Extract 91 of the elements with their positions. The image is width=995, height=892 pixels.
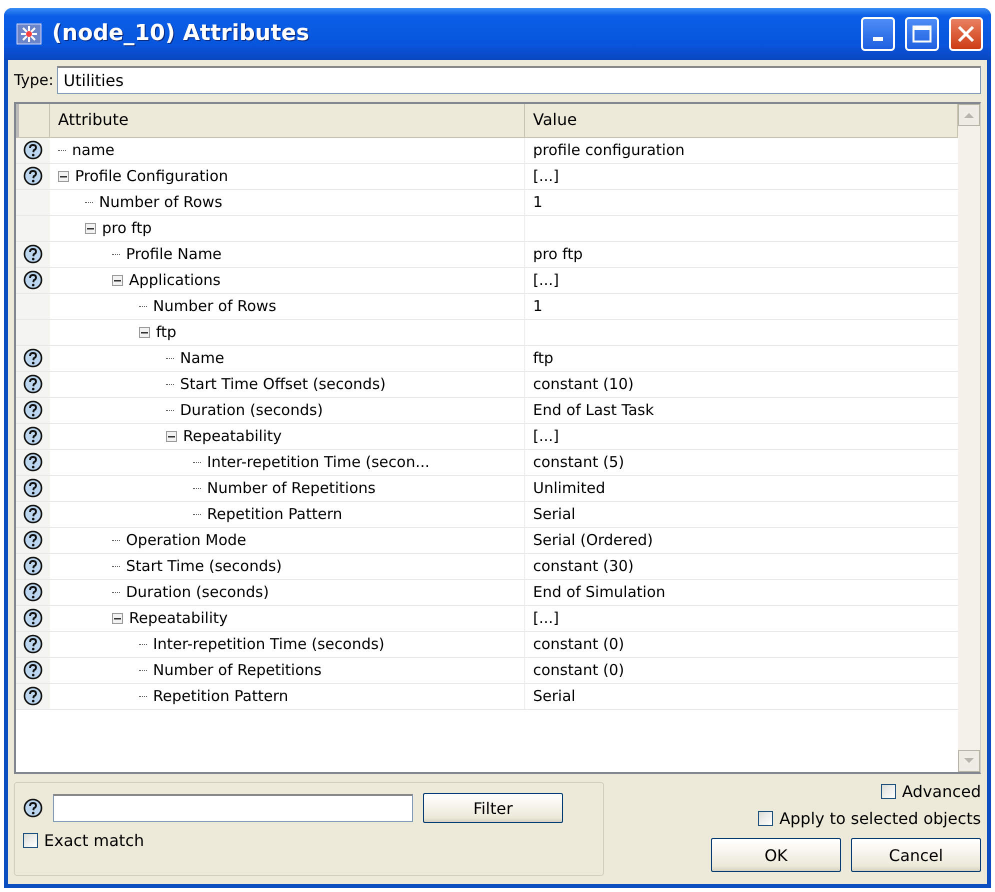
attribute-value[interactable]: End of Last Task — [533, 401, 654, 420]
filter-button[interactable]: Filter — [423, 793, 563, 823]
attribute-name: Repetition Pattern — [207, 505, 342, 524]
app-icon — [16, 22, 42, 45]
help-icon[interactable] — [23, 348, 43, 368]
attribute-name: Start Time Offset (seconds) — [180, 375, 386, 394]
help-icon[interactable] — [23, 530, 43, 550]
help-icon[interactable] — [23, 400, 43, 420]
type-field[interactable]: Utilities — [56, 66, 981, 94]
attribute-name: Inter-repetition Time (secon... — [207, 453, 430, 472]
checkbox[interactable] — [23, 833, 38, 848]
attribute-value[interactable]: End of Simulation — [533, 583, 666, 602]
attribute-name: Repetition Pattern — [153, 687, 288, 706]
help-icon[interactable] — [23, 798, 43, 818]
attribute-name: name — [72, 141, 115, 160]
help-icon[interactable] — [23, 270, 43, 290]
scroll-up-button[interactable] — [958, 104, 980, 126]
attribute-name: Duration (seconds) — [180, 401, 323, 420]
attribute-value[interactable]: Serial — [533, 687, 576, 706]
attribute-name: Number of Repetitions — [207, 479, 376, 498]
attribute-value[interactable]: 1 — [533, 193, 543, 212]
checkbox[interactable] — [758, 811, 774, 826]
help-icon[interactable] — [23, 426, 43, 446]
close-button[interactable] — [949, 16, 983, 51]
attribute-name: ftp — [156, 323, 176, 342]
attribute-value[interactable]: constant (0) — [533, 635, 624, 654]
help-icon[interactable] — [23, 660, 43, 680]
help-icon[interactable] — [23, 582, 43, 602]
attribute-name: Inter-repetition Time (seconds) — [153, 635, 385, 654]
attribute-name: Number of Repetitions — [153, 661, 322, 680]
up-arrow-icon — [964, 112, 974, 118]
scrollbar[interactable] — [958, 104, 980, 772]
maximize-icon — [912, 24, 932, 43]
help-icon[interactable] — [23, 504, 43, 524]
attribute-value[interactable]: [...] — [533, 167, 560, 186]
minimize-button[interactable] — [861, 16, 895, 51]
attribute-value[interactable]: constant (5) — [533, 453, 624, 472]
attribute-name: Applications — [129, 271, 221, 290]
attribute-value[interactable]: ftp — [533, 349, 554, 368]
attribute-value[interactable]: Serial — [533, 505, 576, 524]
collapse-icon[interactable] — [139, 326, 150, 338]
help-icon[interactable] — [23, 452, 43, 472]
collapse-icon[interactable] — [58, 170, 69, 182]
collapse-icon[interactable] — [112, 612, 123, 624]
checkbox-label[interactable]: Exact match — [44, 831, 144, 850]
close-icon — [957, 24, 975, 43]
attribute-value[interactable]: constant (0) — [533, 661, 624, 680]
maximize-button[interactable] — [905, 16, 939, 51]
attribute-name: Repeatability — [183, 427, 282, 446]
attribute-name: Repeatability — [129, 609, 228, 628]
help-icon[interactable] — [23, 634, 43, 654]
type-label: Type: — [14, 70, 54, 89]
attribute-name: Number of Rows — [153, 297, 276, 316]
attribute-value[interactable]: [...] — [533, 427, 560, 446]
collapse-icon[interactable] — [112, 274, 123, 286]
attribute-value[interactable]: profile configuration — [533, 141, 685, 160]
help-icon[interactable] — [23, 140, 43, 160]
attribute-value[interactable]: Serial (Ordered) — [533, 531, 653, 550]
attribute-name: Number of Rows — [99, 193, 222, 212]
help-icon[interactable] — [23, 556, 43, 576]
attribute-name: Operation Mode — [126, 531, 246, 550]
attribute-value[interactable]: Unlimited — [533, 479, 606, 498]
attribute-name: Profile Name — [126, 245, 222, 264]
filter-field[interactable] — [53, 794, 413, 822]
collapse-icon[interactable] — [166, 430, 177, 442]
help-icon[interactable] — [23, 478, 43, 498]
collapse-icon[interactable] — [85, 222, 96, 234]
attribute-name: Start Time (seconds) — [126, 557, 282, 576]
window-title: (node_10) Attributes — [52, 21, 310, 46]
attribute-value[interactable]: constant (30) — [533, 557, 634, 576]
checkbox-label[interactable]: Apply to selected objects — [779, 809, 981, 828]
attribute-value[interactable]: [...] — [533, 609, 560, 628]
help-icon[interactable] — [23, 608, 43, 628]
attribute-value[interactable]: [...] — [533, 271, 560, 290]
dialog-button[interactable]: Cancel — [851, 838, 981, 872]
dialog-button[interactable]: OK — [711, 838, 841, 872]
checkbox[interactable] — [880, 784, 896, 799]
attribute-name: Name — [180, 349, 224, 368]
down-arrow-icon — [964, 758, 974, 764]
attribute-name: pro ftp — [102, 219, 152, 238]
minimize-icon — [873, 36, 883, 41]
help-icon[interactable] — [23, 374, 43, 394]
help-icon[interactable] — [23, 244, 43, 264]
attribute-value[interactable]: constant (10) — [533, 375, 634, 394]
checkbox-label[interactable]: Advanced — [902, 782, 981, 801]
attribute-value[interactable]: pro ftp — [533, 245, 583, 264]
help-icon[interactable] — [23, 166, 43, 186]
help-icon[interactable] — [23, 686, 43, 706]
attribute-name: Profile Configuration — [75, 167, 228, 186]
attribute-value[interactable]: 1 — [533, 297, 543, 316]
attribute-name: Duration (seconds) — [126, 583, 269, 602]
